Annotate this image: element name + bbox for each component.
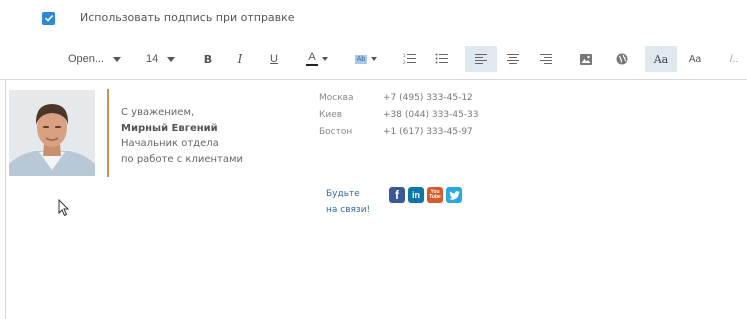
signature-checkbox[interactable] (42, 11, 55, 25)
cta-line-1: Будьте (326, 189, 360, 199)
signature-greeting: С уважением, (121, 107, 195, 118)
checkmark-icon (44, 15, 53, 22)
ordered-list-button[interactable]: 12 (400, 46, 420, 72)
signature-divider (107, 89, 109, 177)
editor-border-left (5, 79, 6, 319)
font-family-select[interactable]: Open... (68, 46, 132, 72)
more-options-button[interactable]: /.. (724, 46, 744, 72)
underline-button[interactable]: U (264, 46, 284, 72)
text-color-swatch (306, 64, 318, 66)
chevron-down-icon (322, 57, 328, 61)
twitter-icon[interactable] (446, 187, 462, 203)
font-size-value: 14 (146, 53, 159, 65)
office-phone: +38 (044) 333-45-33 (383, 110, 479, 120)
chevron-down-icon (371, 57, 378, 61)
office-phone: +1 (617) 333-45-97 (383, 127, 473, 137)
align-center-button[interactable] (503, 46, 523, 72)
image-icon (580, 53, 592, 65)
insert-link-button[interactable] (612, 46, 632, 72)
office-city: Киев (319, 110, 343, 120)
bullet-list-icon (435, 53, 448, 64)
globe-icon (616, 53, 628, 65)
youtube-icon[interactable]: You Tube (427, 187, 443, 203)
highlight-color-button[interactable]: Ab (350, 46, 382, 72)
office-phone: +7 (495) 333-45-12 (383, 93, 473, 103)
office-city: Бостон (319, 127, 353, 137)
font-size-select[interactable]: 14 (146, 46, 186, 72)
editor-toolbar: Open... 14 B I U A Ab 12 Aa Aa /.. (0, 46, 747, 74)
editor-border-top (0, 79, 747, 80)
align-left-icon (475, 53, 487, 64)
style-sans-button[interactable]: Aa (684, 46, 706, 72)
align-right-icon (540, 53, 552, 64)
bold-button[interactable]: B (198, 46, 218, 72)
svg-text:1: 1 (403, 53, 406, 58)
stay-connected-text: Будьте на связи! (326, 186, 370, 218)
chevron-down-icon (167, 56, 176, 62)
font-family-value: Open... (68, 53, 105, 65)
signature-checkbox-label[interactable]: Использовать подпись при отправке (80, 11, 295, 24)
insert-image-button[interactable] (576, 46, 596, 72)
align-center-icon (507, 53, 519, 64)
twitter-bird-glyph (448, 190, 460, 200)
cta-line-2: на связи! (326, 205, 371, 215)
signature-title-line-2: по работе с клиентами (121, 153, 244, 165)
highlight-icon: Ab (354, 54, 368, 64)
mouse-cursor-icon (58, 199, 70, 217)
signature-text: С уважением, Мирный Евгений Начальник от… (121, 105, 243, 167)
signature-checkbox-row[interactable] (42, 10, 55, 26)
avatar (9, 90, 95, 176)
facebook-icon[interactable]: f (389, 187, 405, 203)
text-color-icon: A (306, 52, 318, 66)
style-serif-button[interactable]: Aa (645, 46, 677, 72)
svg-text:2: 2 (403, 60, 406, 65)
office-city: Москва (319, 93, 354, 103)
portrait-photo (9, 90, 95, 176)
signature-title-line-1: Начальник отдела (121, 138, 219, 149)
bullet-list-button[interactable] (432, 46, 452, 72)
text-color-button[interactable]: A (302, 46, 332, 72)
italic-button[interactable]: I (230, 46, 250, 72)
ordered-list-icon: 12 (403, 53, 416, 65)
align-left-button[interactable] (465, 46, 497, 72)
chevron-down-icon (113, 56, 122, 62)
align-right-button[interactable] (536, 46, 556, 72)
signature-name: Мирный Евгений (121, 122, 218, 134)
social-links: f in You Tube (389, 187, 462, 203)
linkedin-icon[interactable]: in (408, 187, 424, 203)
